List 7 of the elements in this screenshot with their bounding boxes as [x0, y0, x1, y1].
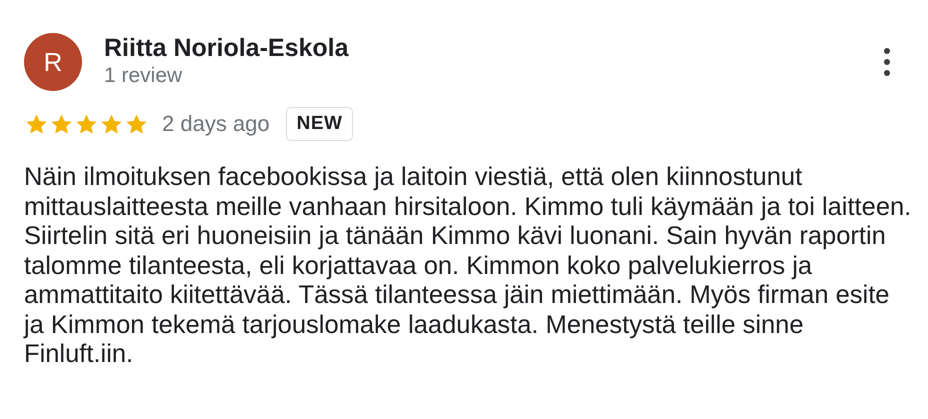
more-options-icon[interactable] [883, 47, 891, 77]
new-badge: NEW [286, 107, 354, 141]
review-date: 2 days ago [162, 111, 270, 137]
reviewer-name[interactable]: Riitta Noriola-Eskola [104, 33, 861, 63]
avatar: R [24, 33, 82, 91]
review-text: Näin ilmoituksen facebookissa ja laitoin viestiä, että olen kiinnostunut mittauslaitteesta meille vanhaan hirsitaloon. Kimmo tuli käymään ja toi laitteen. Siirtelin sitä eri huoneisiin ja tänään Kimmo kävi luonani. Sain hyvän raportin talomme tilanteesta, eli korjattavaa on. Kimmon koko palvelukierros ja ammattitaito kiitettävää. Tässä tilanteessa jäin miettimään. Myös firman esite ja Kimmon tekemä tarjouslomake laadukasta. Menestystä teille sinne Finluft.iin. [24, 163, 912, 370]
review-count: 1 review [104, 63, 184, 89]
